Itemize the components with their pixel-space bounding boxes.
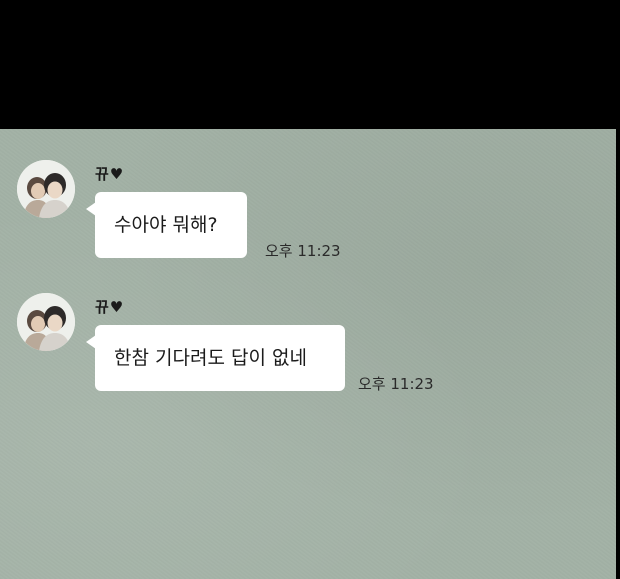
bubble-tail: [86, 202, 96, 216]
couple-avatar-icon: [17, 293, 75, 351]
right-edge-border: [616, 129, 620, 579]
sender-avatar[interactable]: [17, 160, 75, 218]
bubble-tail: [86, 335, 96, 349]
sender-name: 뀨♥: [95, 298, 125, 316]
top-black-bar: [0, 0, 620, 129]
chat-area[interactable]: 뀨♥ 수아야 뭐해? 오후 11:23 뀨♥ 한참 기다려도 답이 없네 오후 …: [0, 129, 620, 579]
message-bubble[interactable]: 수아야 뭐해?: [86, 192, 247, 258]
chat-screen: 뀨♥ 수아야 뭐해? 오후 11:23 뀨♥ 한참 기다려도 답이 없네 오후 …: [0, 0, 620, 579]
couple-avatar-icon: [17, 160, 75, 218]
sender-avatar[interactable]: [17, 293, 75, 351]
message-bubble[interactable]: 한참 기다려도 답이 없네: [86, 325, 345, 391]
sender-name: 뀨♥: [95, 165, 125, 183]
message-text: 한참 기다려도 답이 없네: [114, 347, 307, 369]
message-text: 수아야 뭐해?: [114, 214, 218, 236]
message-time: 오후 11:23: [265, 242, 341, 260]
message-time: 오후 11:23: [358, 375, 434, 393]
